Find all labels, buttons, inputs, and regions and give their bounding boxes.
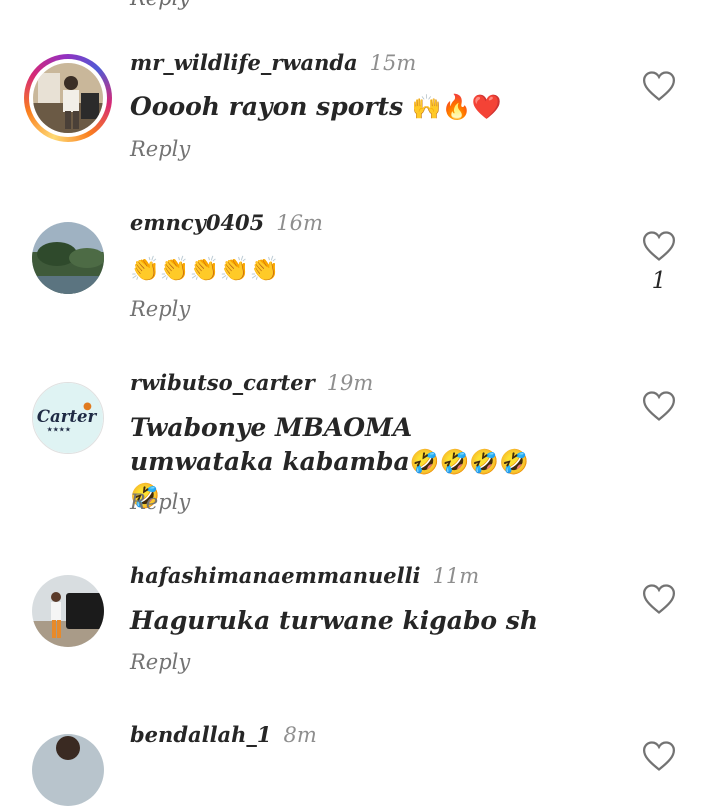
avatar[interactable] xyxy=(32,222,104,294)
reply-button[interactable]: Reply xyxy=(130,650,190,674)
reply-button[interactable]: Reply xyxy=(130,490,190,514)
comment-username[interactable]: hafashimanaemmanuelli xyxy=(130,563,421,588)
avatar-photo xyxy=(32,575,104,647)
comment-time: 19m xyxy=(326,371,374,395)
heart-outline-icon[interactable] xyxy=(642,390,676,422)
comment-text: Ooooh rayon sports 🙌🔥❤️ xyxy=(130,90,550,124)
comment-text: 👏👏👏👏👏 xyxy=(130,252,550,286)
comment-emojis: 👏👏👏👏👏 xyxy=(130,255,280,283)
heart-outline-icon[interactable] xyxy=(642,230,676,262)
avatar-photo xyxy=(33,63,103,133)
avatar[interactable] xyxy=(32,734,104,806)
comment-username[interactable]: bendallah_1 xyxy=(130,722,272,747)
comment-time: 8m xyxy=(283,723,317,747)
reply-button[interactable]: Reply xyxy=(130,137,190,161)
comment-time: 16m xyxy=(276,211,323,235)
comment-username[interactable]: rwibutso_carter xyxy=(130,370,315,395)
comment-username[interactable]: mr_wildlife_rwanda xyxy=(130,50,358,75)
avatar-photo xyxy=(32,222,104,294)
comment-meta: emncy0405 16m xyxy=(130,210,323,235)
comment-time: 15m xyxy=(369,51,417,75)
avatar[interactable] xyxy=(32,575,104,647)
comment-body: Haguruka turwane kigabo sh xyxy=(130,606,539,635)
avatar-photo xyxy=(32,734,104,806)
avatar-logo: Carter ★★★★ xyxy=(33,383,103,453)
heart-outline-icon[interactable] xyxy=(642,740,676,772)
comment-meta: hafashimanaemmanuelli 11m xyxy=(130,563,479,588)
comment-body: Twabonye MBAOMA umwataka kabamba xyxy=(130,413,413,476)
comment-meta: mr_wildlife_rwanda 15m xyxy=(130,50,416,75)
comment-username[interactable]: emncy0405 xyxy=(130,210,264,235)
reply-button[interactable]: Reply xyxy=(130,297,190,321)
comment-body: Ooooh rayon sports xyxy=(130,92,412,121)
avatar[interactable] xyxy=(24,54,112,142)
comment-meta: bendallah_1 8m xyxy=(130,722,317,747)
avatar[interactable]: Carter ★★★★ xyxy=(32,382,104,454)
svg-text:★★★★: ★★★★ xyxy=(47,426,71,434)
comment-emojis: 🙌🔥❤️ xyxy=(411,93,502,121)
comment-time: 11m xyxy=(432,564,480,588)
like-count: 1 xyxy=(651,268,667,294)
comment-meta: rwibutso_carter 19m xyxy=(130,370,373,395)
heart-outline-icon[interactable] xyxy=(642,583,676,615)
heart-outline-icon[interactable] xyxy=(642,70,676,102)
reply-button[interactable]: Reply xyxy=(130,0,190,10)
comment-text: Haguruka turwane kigabo sh xyxy=(130,604,550,638)
